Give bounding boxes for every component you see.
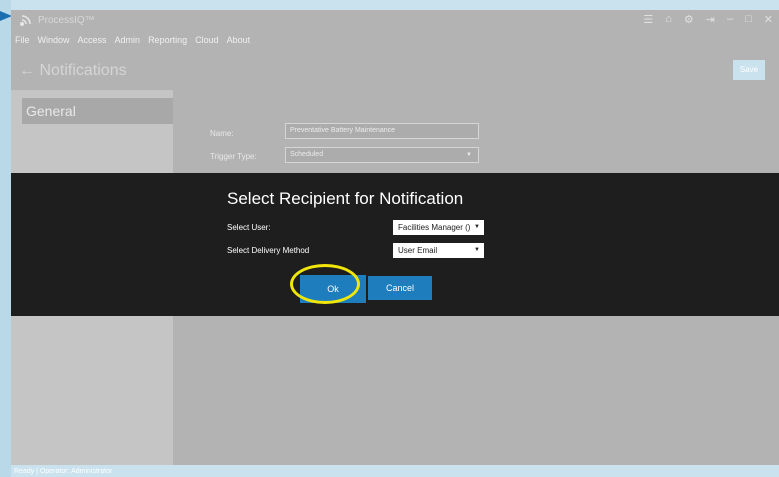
- status-text: Ready | Operator: Administrator: [14, 468, 113, 475]
- status-bar: Ready | Operator: Administrator: [11, 465, 779, 477]
- name-field[interactable]: Preventative Battery Maintenance: [285, 123, 479, 139]
- screen-top-strip: [0, 0, 779, 10]
- app-window: ProcessIQ™ ☰ ⌂ ⚙ ⇥ – □ ✕ File Window Acc…: [11, 10, 779, 477]
- menu-access[interactable]: Access: [78, 31, 107, 49]
- app-title: ProcessIQ™: [38, 15, 95, 26]
- chevron-down-icon: ▼: [474, 224, 480, 230]
- menu-reporting[interactable]: Reporting: [148, 31, 187, 49]
- trigger-type-label: Trigger Type:: [210, 152, 257, 161]
- menu-about[interactable]: About: [227, 31, 251, 49]
- menu-admin[interactable]: Admin: [115, 31, 141, 49]
- chevron-down-icon: ▼: [466, 152, 472, 158]
- highlight-circle: [290, 264, 360, 304]
- trigger-type-select[interactable]: Scheduled ▼: [285, 147, 479, 163]
- menu-bar: File Window Access Admin Reporting Cloud…: [11, 31, 779, 49]
- cancel-button[interactable]: Cancel: [368, 276, 432, 300]
- gear-icon[interactable]: ⚙: [684, 13, 694, 26]
- window-controls: ☰ ⌂ ⚙ ⇥ – □ ✕: [643, 13, 773, 26]
- page-title[interactable]: ← Notifications: [19, 62, 127, 80]
- delivery-method-value: User Email: [398, 246, 438, 255]
- dialog-title: Select Recipient for Notification: [227, 189, 464, 208]
- sidebar-item-label: General: [26, 103, 76, 119]
- home-icon[interactable]: ⌂: [665, 13, 672, 26]
- select-user-dropdown[interactable]: Facilities Manager () ▼: [393, 220, 484, 235]
- menu-cloud[interactable]: Cloud: [195, 31, 219, 49]
- chevron-down-icon: ▼: [474, 247, 480, 253]
- close-icon[interactable]: ✕: [764, 13, 773, 26]
- logout-icon[interactable]: ⇥: [706, 13, 715, 26]
- delivery-method-label: Select Delivery Method: [227, 246, 310, 255]
- app-logo-icon: [20, 15, 31, 26]
- recipient-dialog: Select Recipient for Notification Select…: [11, 173, 779, 316]
- select-user-label: Select User:: [227, 223, 271, 232]
- save-button[interactable]: Save: [733, 60, 765, 80]
- name-label: Name:: [210, 129, 234, 138]
- menu-file[interactable]: File: [15, 31, 30, 49]
- menu-window[interactable]: Window: [38, 31, 70, 49]
- maximize-icon[interactable]: □: [745, 13, 752, 26]
- minimize-icon[interactable]: –: [727, 13, 733, 26]
- menu-icon[interactable]: ☰: [643, 13, 653, 26]
- title-bar: ProcessIQ™ ☰ ⌂ ⚙ ⇥ – □ ✕: [11, 10, 779, 31]
- select-user-value: Facilities Manager (): [398, 223, 471, 232]
- screen-left-strip: [0, 0, 11, 477]
- delivery-method-dropdown[interactable]: User Email ▼: [393, 243, 484, 258]
- trigger-type-value: Scheduled: [290, 151, 324, 158]
- sidebar-item-general[interactable]: General: [22, 98, 173, 124]
